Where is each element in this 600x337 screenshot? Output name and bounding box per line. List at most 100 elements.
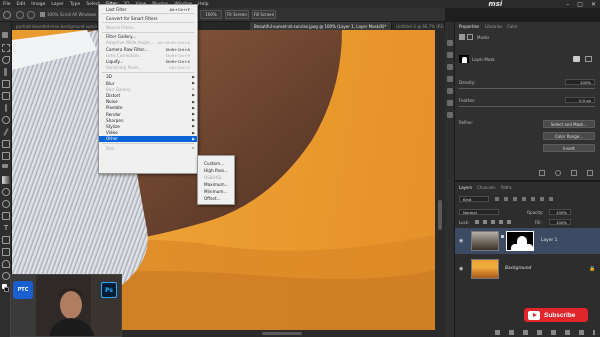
pen-tool-icon[interactable] (2, 212, 10, 220)
link-icon[interactable] (501, 235, 504, 238)
brush-tool-icon[interactable] (3, 128, 9, 136)
disable-mask-icon[interactable] (571, 170, 577, 176)
tab-paths[interactable]: Paths (501, 185, 512, 190)
delete-mask-icon[interactable] (587, 170, 593, 176)
visibility-eye-icon[interactable]: ◉ (459, 266, 463, 272)
tab-channels[interactable]: Channels (477, 185, 496, 190)
layer-filter-icons[interactable] (495, 197, 555, 201)
tab-document-2[interactable]: Beautiful-sunset-at-sunrise.jpeg @ 100% … (250, 22, 392, 30)
menu-file[interactable]: File (0, 2, 14, 7)
adjustments-panel-icon[interactable] (447, 64, 453, 70)
path-select-icon[interactable] (2, 236, 10, 244)
healing-brush-icon[interactable] (2, 116, 10, 124)
invert-button[interactable]: Invert (543, 144, 595, 152)
layer-mask-thumbnail[interactable] (459, 55, 469, 63)
move-tool-icon[interactable] (2, 32, 8, 38)
fill-screen-button[interactable]: Fill Screen (252, 10, 276, 19)
tab-document-1[interactable]: portrait-bearded-man-background-sunrise (12, 22, 98, 30)
tab-layers[interactable]: Layers (459, 185, 472, 190)
density-slider[interactable] (459, 88, 595, 89)
other-submenu-item-maximum[interactable]: Maximum... (198, 181, 234, 188)
actions-panel-icon[interactable] (447, 52, 453, 58)
select-and-mask-button[interactable]: Select and Mask... (543, 120, 595, 128)
menu-image[interactable]: Image (28, 2, 48, 7)
add-vector-mask-icon[interactable] (585, 56, 592, 62)
menu-layer[interactable]: Layer (48, 2, 67, 7)
swatches-panel-icon[interactable] (447, 100, 453, 106)
opacity-field[interactable]: 100% (549, 209, 571, 215)
frame-tool-icon[interactable] (2, 92, 10, 100)
vertical-scrollbar[interactable] (435, 30, 445, 337)
pixel-mask-icon[interactable] (459, 34, 465, 40)
tab-document-3[interactable]: Untitled-3 @ 66.7% (RGB... (392, 22, 445, 30)
horizontal-scroll-thumb[interactable] (262, 332, 302, 335)
scroll-all-label[interactable]: Scroll All Windows (60, 12, 96, 17)
resize-windows-checkbox[interactable] (40, 12, 45, 17)
tab-color[interactable]: Color (507, 24, 517, 29)
zoom-in-icon[interactable] (16, 11, 24, 19)
history-panel-icon[interactable] (447, 40, 453, 46)
layer-actions-icons[interactable] (495, 330, 595, 335)
dodge-tool-icon[interactable] (2, 200, 10, 208)
marquee-tool-icon[interactable] (2, 44, 10, 52)
layer-row-layer-1[interactable]: ◉ Layer 1 (455, 228, 600, 254)
tab-libraries[interactable]: Libraries (485, 24, 502, 29)
vector-mask-icon[interactable] (467, 34, 473, 40)
filter-menu-item-last-filter[interactable]: Last Filter Alt+Ctrl+F (99, 6, 197, 12)
background-color-swatch[interactable] (4, 287, 9, 292)
layer-1-name[interactable]: Layer 1 (541, 238, 557, 243)
menu-type[interactable]: Type (67, 2, 83, 7)
layer-row-background[interactable]: ◉ Background 🔒 (455, 256, 600, 282)
zoom-tool-sidebar-icon[interactable] (2, 272, 10, 280)
load-selection-icon[interactable] (539, 170, 545, 176)
subscribe-button[interactable]: Subscribe (524, 308, 588, 322)
layer-1-mask-thumbnail[interactable] (506, 231, 534, 251)
apply-mask-icon[interactable] (555, 170, 561, 176)
feather-field[interactable]: 0.0 px (565, 97, 595, 103)
select-pixel-mask-icon[interactable] (573, 56, 580, 62)
visibility-eye-icon[interactable]: ◉ (459, 238, 463, 244)
submenu-arrow-icon: ▶ (192, 105, 195, 110)
blur-tool-icon[interactable] (2, 188, 10, 196)
quick-select-icon[interactable] (4, 68, 7, 76)
submenu-arrow-icon: ▶ (192, 81, 195, 86)
fill-field[interactable]: 100% (549, 219, 571, 225)
layer-filter-kind[interactable]: Kind (459, 196, 489, 202)
brushes-panel-icon[interactable] (447, 88, 453, 94)
other-submenu-item-minimum[interactable]: Minimum... (198, 188, 234, 195)
history-brush-icon[interactable] (2, 152, 10, 160)
zoom-out-icon[interactable] (27, 11, 35, 19)
character-panel-icon[interactable] (447, 112, 453, 118)
eraser-icon[interactable] (2, 164, 8, 168)
blend-mode-select[interactable]: Normal (459, 209, 499, 215)
fit-100-button[interactable]: 100% (200, 10, 222, 19)
other-submenu-item-high-pass[interactable]: High Pass... (198, 167, 234, 174)
tab-properties[interactable]: Properties (459, 24, 479, 29)
minimize-icon[interactable]: – (566, 1, 569, 8)
density-field[interactable]: 100% (565, 79, 595, 85)
lock-icons[interactable] (475, 220, 515, 224)
background-layer-name[interactable]: Background (505, 266, 531, 271)
filter-menu-item-label: Dmi (106, 145, 115, 151)
rectangle-tool-icon[interactable] (2, 248, 10, 256)
filter-menu-item-other[interactable]: Other ▶ (99, 135, 197, 142)
fit-screen-button[interactable]: Fit Screen (225, 10, 249, 19)
lasso-tool-icon[interactable] (2, 56, 10, 64)
other-submenu-item-offset[interactable]: Offset... (198, 195, 234, 202)
vertical-scroll-thumb[interactable] (438, 200, 442, 230)
gradient-tool-icon[interactable] (2, 176, 10, 184)
clone-stamp-icon[interactable] (2, 140, 10, 148)
styles-panel-icon[interactable] (447, 76, 453, 82)
filter-menu-item-convert-for-smart-filters[interactable]: Convert for Smart Filters (99, 15, 197, 21)
color-range-button[interactable]: Color Range... (543, 132, 595, 140)
other-submenu-item-custom[interactable]: Custom... (198, 160, 234, 167)
close-icon[interactable]: ✕ (591, 1, 596, 8)
hand-tool-icon[interactable] (2, 260, 10, 268)
crop-tool-icon[interactable] (2, 80, 10, 88)
menu-edit[interactable]: Edit (14, 2, 29, 7)
type-tool-icon[interactable]: T (2, 224, 10, 232)
maximize-icon[interactable]: □ (577, 1, 583, 8)
eyedropper-icon[interactable] (5, 104, 7, 112)
zoom-tool-icon[interactable] (3, 11, 11, 19)
feather-slider[interactable] (459, 106, 595, 107)
